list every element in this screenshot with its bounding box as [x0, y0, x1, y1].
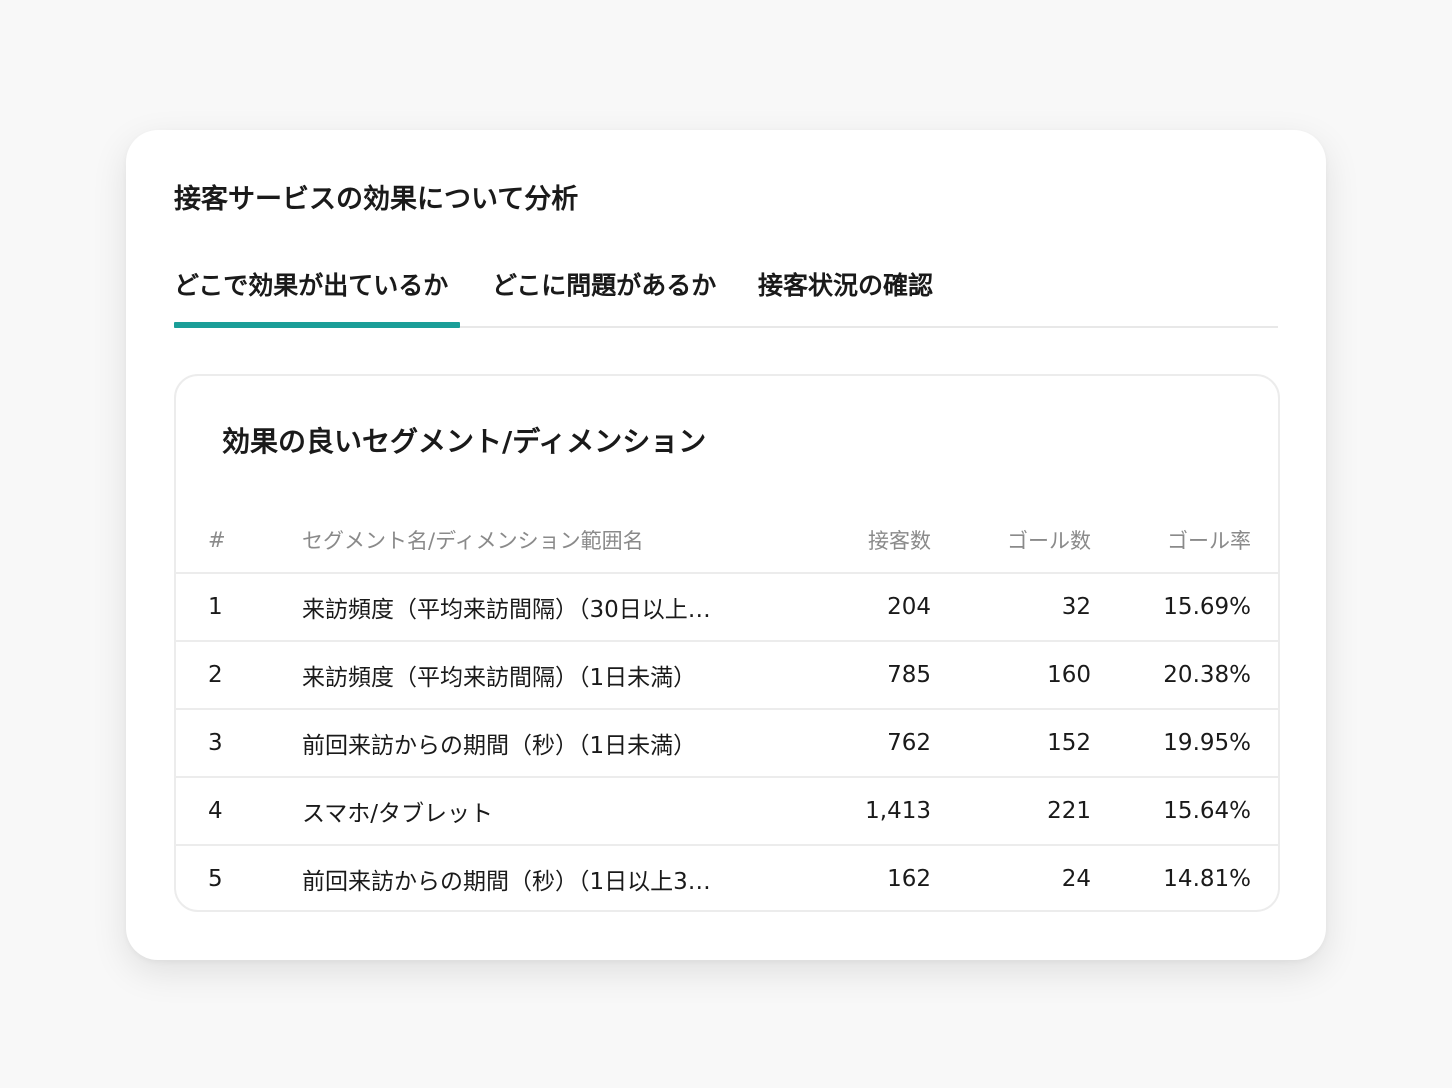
row-rate: 20.38%	[1091, 641, 1278, 710]
row-name: スマホ/タブレット	[302, 801, 494, 827]
row-goals: 221	[931, 777, 1091, 846]
row-visits: 785	[782, 641, 931, 710]
header-goals[interactable]: ゴール数	[931, 508, 1091, 574]
row-goals: 152	[931, 709, 1091, 778]
row-rate: 19.95%	[1091, 709, 1278, 778]
row-goals: 24	[1061, 866, 1091, 892]
header-index[interactable]: #	[176, 508, 302, 574]
row-index: 3	[176, 709, 302, 778]
tab-effect-locations[interactable]: どこで効果が出ているか	[174, 264, 460, 328]
row-index: 5	[208, 866, 223, 892]
row-name: 前回来訪からの期間（秒）（1日未満）	[302, 733, 697, 759]
table-row[interactable]: 5 前回来訪からの期間（秒）（1日以上3… 162 24 14.81%	[176, 845, 1278, 910]
header-visits[interactable]: 接客数	[782, 508, 931, 574]
row-name: 前回来訪からの期間（秒）（1日以上3…	[302, 869, 711, 895]
row-goals: 32	[931, 573, 1091, 642]
row-rate: 15.64%	[1091, 777, 1278, 846]
segment-table: # セグメント名/ディメンション範囲名 接客数 ゴール数 ゴール率 1 来訪頻度…	[176, 508, 1278, 910]
tab-bar: どこで効果が出ているか どこに問題があるか 接客状況の確認	[174, 264, 1278, 328]
row-name: 来訪頻度（平均来訪間隔）（1日未満）	[302, 665, 697, 691]
row-visits: 204	[782, 573, 931, 642]
segment-panel: 効果の良いセグメント/ディメンション # セグメント名/ディメンション範囲名 接…	[174, 374, 1280, 912]
row-goals: 160	[931, 641, 1091, 710]
table-header-row: # セグメント名/ディメンション範囲名 接客数 ゴール数 ゴール率	[176, 508, 1278, 574]
row-name: 来訪頻度（平均来訪間隔）（30日以上…	[302, 597, 711, 623]
table-row[interactable]: 2 来訪頻度（平均来訪間隔）（1日未満） 785 160 20.38%	[176, 641, 1278, 710]
header-rate[interactable]: ゴール率	[1091, 508, 1278, 574]
analysis-card: 接客サービスの効果について分析 どこで効果が出ているか どこに問題があるか 接客…	[126, 130, 1326, 960]
row-visits: 762	[782, 709, 931, 778]
tab-service-status[interactable]: 接客状況の確認	[758, 264, 940, 326]
panel-title: 効果の良いセグメント/ディメンション	[222, 425, 707, 458]
row-rate: 14.81%	[1163, 866, 1251, 892]
table-row[interactable]: 3 前回来訪からの期間（秒）（1日未満） 762 152 19.95%	[176, 709, 1278, 778]
card-title: 接客サービスの効果について分析	[174, 184, 579, 215]
row-rate: 15.69%	[1091, 573, 1278, 642]
tab-problem-locations[interactable]: どこに問題があるか	[492, 264, 726, 326]
row-index: 1	[176, 573, 302, 642]
table-row[interactable]: 4 スマホ/タブレット 1,413 221 15.64%	[176, 777, 1278, 846]
row-visits: 162	[887, 866, 931, 892]
header-name[interactable]: セグメント名/ディメンション範囲名	[302, 508, 782, 574]
row-index: 2	[176, 641, 302, 710]
row-index: 4	[176, 777, 302, 846]
row-visits: 1,413	[782, 777, 931, 846]
table-row[interactable]: 1 来訪頻度（平均来訪間隔）（30日以上… 204 32 15.69%	[176, 573, 1278, 642]
